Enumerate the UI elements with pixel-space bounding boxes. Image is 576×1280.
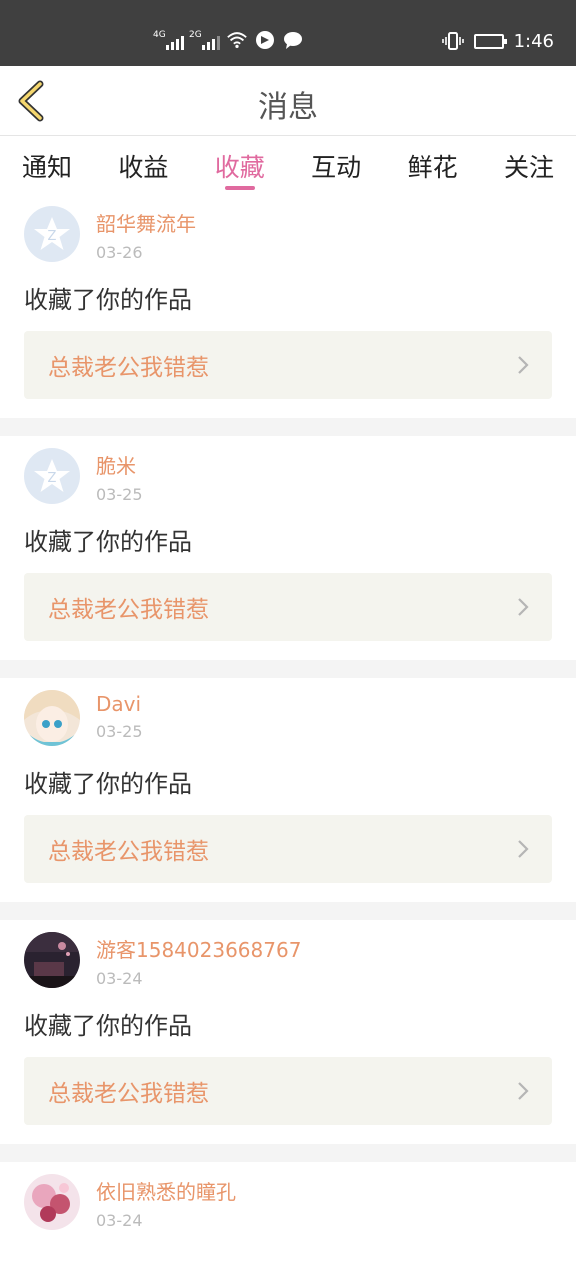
list-item: Z 脆米 03-25 收藏了你的作品 总裁老公我错惹 [0, 436, 576, 660]
divider [0, 902, 576, 920]
action-text: 收藏了你的作品 [24, 770, 192, 798]
avatar[interactable] [24, 1174, 80, 1230]
signal-2g-icon: 2G [189, 30, 220, 50]
anime-avatar-image [24, 690, 80, 746]
work-link[interactable]: 总裁老公我错惹 [24, 331, 552, 399]
default-avatar-icon: Z [34, 459, 70, 492]
list-item: Davi 03-25 收藏了你的作品 总裁老公我错惹 [0, 678, 576, 902]
chevron-right-icon [518, 598, 529, 616]
header: 消息 [0, 66, 576, 136]
action-text: 收藏了你的作品 [24, 528, 192, 556]
chevron-right-icon [518, 1082, 529, 1100]
avatar[interactable] [24, 690, 80, 746]
avatar[interactable] [24, 932, 80, 988]
user-name[interactable]: 依旧熟悉的瞳孔 [96, 1176, 236, 1205]
divider [0, 418, 576, 436]
battery-icon [473, 33, 507, 49]
work-link[interactable]: 总裁老公我错惹 [24, 573, 552, 641]
work-link[interactable]: 总裁老公我错惹 [24, 815, 552, 883]
user-name[interactable]: Davi [96, 692, 143, 716]
date: 03-25 [96, 485, 143, 504]
divider [0, 660, 576, 678]
action-text: 收藏了你的作品 [24, 1012, 192, 1040]
work-title: 总裁老公我错惹 [48, 839, 209, 865]
svg-text:Z: Z [48, 229, 57, 244]
tab-notice[interactable]: 通知 [22, 136, 72, 184]
user-name[interactable]: 游客1584023668767 [96, 934, 301, 963]
status-right: 1:46 [441, 30, 554, 52]
chevron-right-icon [518, 840, 529, 858]
list-item: Z 韶华舞流年 03-26 收藏了你的作品 总裁老公我错惹 [0, 194, 576, 418]
tab-interaction[interactable]: 互动 [311, 136, 361, 184]
chat-bubble-icon [284, 32, 302, 49]
app-notification-icon [256, 31, 274, 49]
avatar[interactable]: Z [24, 206, 80, 262]
list-item: 游客1584023668767 03-24 收藏了你的作品 总裁老公我错惹 [0, 920, 576, 1144]
tab-follow[interactable]: 关注 [504, 136, 554, 184]
tab-favorites[interactable]: 收藏 [215, 136, 265, 190]
status-icons: 4G 2G [153, 30, 304, 50]
work-title: 总裁老公我错惹 [48, 1081, 209, 1107]
date: 03-26 [96, 243, 143, 262]
default-avatar-icon: Z [34, 217, 70, 250]
work-title: 总裁老公我错惹 [48, 355, 209, 381]
svg-text:Z: Z [48, 471, 57, 486]
user-name[interactable]: 脆米 [96, 450, 143, 479]
work-title: 总裁老公我错惹 [48, 597, 209, 623]
tab-earnings[interactable]: 收益 [118, 136, 168, 184]
list-item: 依旧熟悉的瞳孔 03-24 [0, 1162, 576, 1252]
wifi-icon [227, 32, 247, 49]
page-title: 消息 [258, 90, 318, 125]
night-photo-avatar-image [24, 932, 80, 988]
user-name[interactable]: 韶华舞流年 [96, 208, 196, 237]
date: 03-24 [96, 1211, 143, 1230]
date: 03-24 [96, 969, 143, 988]
clock: 1:46 [513, 30, 554, 52]
divider [0, 1144, 576, 1162]
vibrate-icon [441, 32, 464, 50]
status-bar: 4G 2G 1:46 [0, 0, 576, 66]
avatar[interactable]: Z [24, 448, 80, 504]
signal-4g-icon: 4G [153, 30, 184, 50]
chevron-right-icon [518, 356, 529, 374]
tab-bar: 通知 收益 收藏 互动 鲜花 关注 [0, 136, 576, 194]
action-text: 收藏了你的作品 [24, 286, 192, 314]
work-link[interactable]: 总裁老公我错惹 [24, 1057, 552, 1125]
tab-flowers[interactable]: 鲜花 [408, 136, 458, 184]
pink-avatar-image [24, 1174, 80, 1230]
date: 03-25 [96, 722, 143, 741]
